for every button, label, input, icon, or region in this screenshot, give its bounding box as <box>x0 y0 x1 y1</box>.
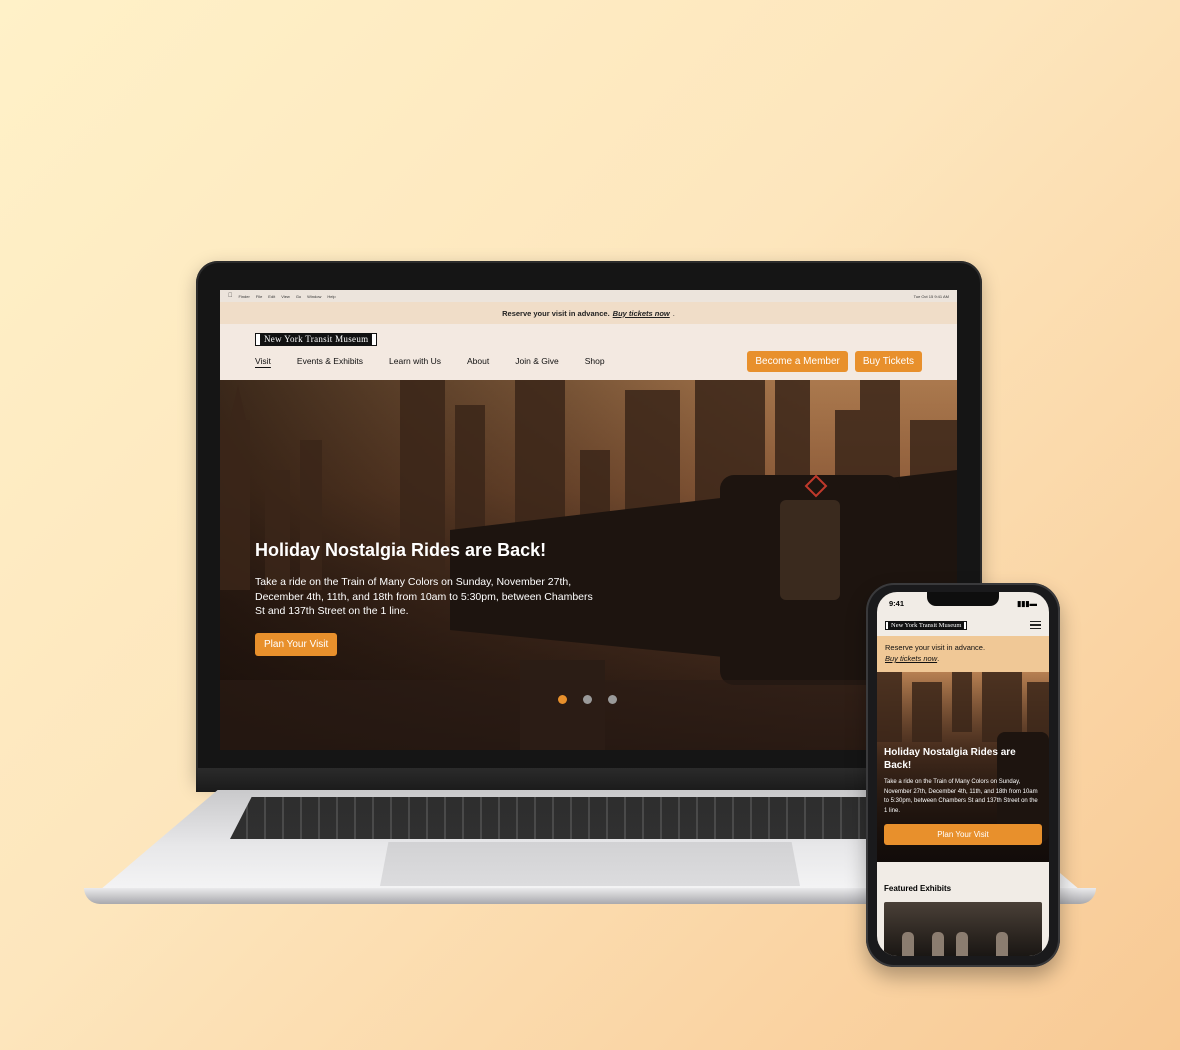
buy-tickets-link[interactable]: Buy tickets now <box>613 309 670 318</box>
mobile-hero-description: Take a ride on the Train of Many Colors … <box>884 779 1038 814</box>
mobile-site-logo[interactable]: New York Transit Museum <box>885 620 968 630</box>
menubar-clock: Tue Oct 15 9:41 AM <box>913 293 949 299</box>
hamburger-icon[interactable] <box>1030 621 1041 629</box>
promo-message: Reserve your visit in advance. <box>502 308 610 318</box>
os-menubar:  Finder File Edit View Go Window Help T… <box>220 290 957 302</box>
menubar-item[interactable]: Help <box>327 294 335 299</box>
mobile-promo-period: . <box>937 654 940 663</box>
plan-visit-button[interactable]: Plan Your Visit <box>255 632 338 656</box>
mobile-promo-banner: Reserve your visit in advance. Buy ticke… <box>877 636 1049 672</box>
mobile-promo-message: Reserve your visit in advance. <box>885 643 986 652</box>
menubar-item[interactable]: Go <box>296 294 301 299</box>
menubar-item[interactable]: Window <box>307 294 321 299</box>
featured-exhibits-title: Featured Exhibits <box>884 884 952 893</box>
mobile-hero-content: Holiday Nostalgia Rides are Back! Take a… <box>884 746 1042 846</box>
mobile-hero: Holiday Nostalgia Rides are Back! Take a… <box>877 672 1049 862</box>
promo-period: . <box>672 308 675 318</box>
promo-banner: Reserve your visit in advance. Buy ticke… <box>220 302 957 324</box>
hero-carousel: Holiday Nostalgia Rides are Back! Take a… <box>220 380 957 750</box>
mobile-screen: 9:41 ▮▮▮ ▬ New York Transit Museum Reser… <box>877 592 1049 956</box>
battery-icon: ▬ <box>1029 598 1038 608</box>
exhibit-image[interactable] <box>884 902 1042 956</box>
mobile-logo-text: New York Transit Museum <box>888 621 965 629</box>
desktop-screen:  Finder File Edit View Go Window Help T… <box>220 290 957 750</box>
nav-item-join-give[interactable]: Join & Give <box>515 356 558 366</box>
menubar-item[interactable]: File <box>256 294 262 299</box>
hero-title: Holiday Nostalgia Rides are Back! <box>255 540 547 560</box>
laptop-trackpad <box>380 842 800 886</box>
nav-item-shop[interactable]: Shop <box>585 356 605 366</box>
menubar-item[interactable]: View <box>281 294 290 299</box>
laptop-keyboard <box>230 797 950 839</box>
carousel-dot-1[interactable] <box>558 695 567 704</box>
site-logo-text: New York Transit Museum <box>260 334 373 345</box>
menubar-item[interactable]: Edit <box>268 294 275 299</box>
apple-icon[interactable]:  <box>228 293 233 299</box>
site-logo[interactable]: New York Transit Museum <box>255 333 378 346</box>
mobile-plan-visit-button[interactable]: Plan Your Visit <box>884 824 1042 846</box>
featured-exhibits-section: Featured Exhibits <box>877 862 1049 956</box>
nav-item-about[interactable]: About <box>467 356 489 366</box>
become-member-button[interactable]: Become a Member <box>747 351 848 372</box>
hero-content: Holiday Nostalgia Rides are Back! Take a… <box>255 540 595 656</box>
hero-description: Take a ride on the Train of Many Colors … <box>255 576 593 617</box>
nav-item-events-exhibits[interactable]: Events & Exhibits <box>297 356 363 366</box>
site-header: New York Transit Museum Visit Events & E… <box>220 324 957 380</box>
carousel-dot-3[interactable] <box>608 695 617 704</box>
mobile-buy-tickets-link[interactable]: Buy tickets now <box>885 654 937 663</box>
mobile-header: New York Transit Museum <box>877 614 1049 636</box>
carousel-dot-2[interactable] <box>583 695 592 704</box>
signal-icon: ▮▮▮ <box>1017 598 1030 608</box>
nav-item-visit[interactable]: Visit <box>255 356 271 366</box>
nav-item-learn[interactable]: Learn with Us <box>389 356 441 366</box>
menubar-item[interactable]: Finder <box>239 294 250 299</box>
phone-notch <box>927 592 999 606</box>
laptop-hinge <box>196 768 982 792</box>
buy-tickets-button[interactable]: Buy Tickets <box>854 351 922 372</box>
mobile-hero-title: Holiday Nostalgia Rides are Back! <box>884 747 1016 771</box>
main-nav: Visit Events & Exhibits Learn with Us Ab… <box>255 356 631 366</box>
header-cta-group: Become a Member Buy Tickets <box>747 351 922 372</box>
mobile-time: 9:41 <box>889 598 905 608</box>
carousel-dots <box>558 695 617 704</box>
